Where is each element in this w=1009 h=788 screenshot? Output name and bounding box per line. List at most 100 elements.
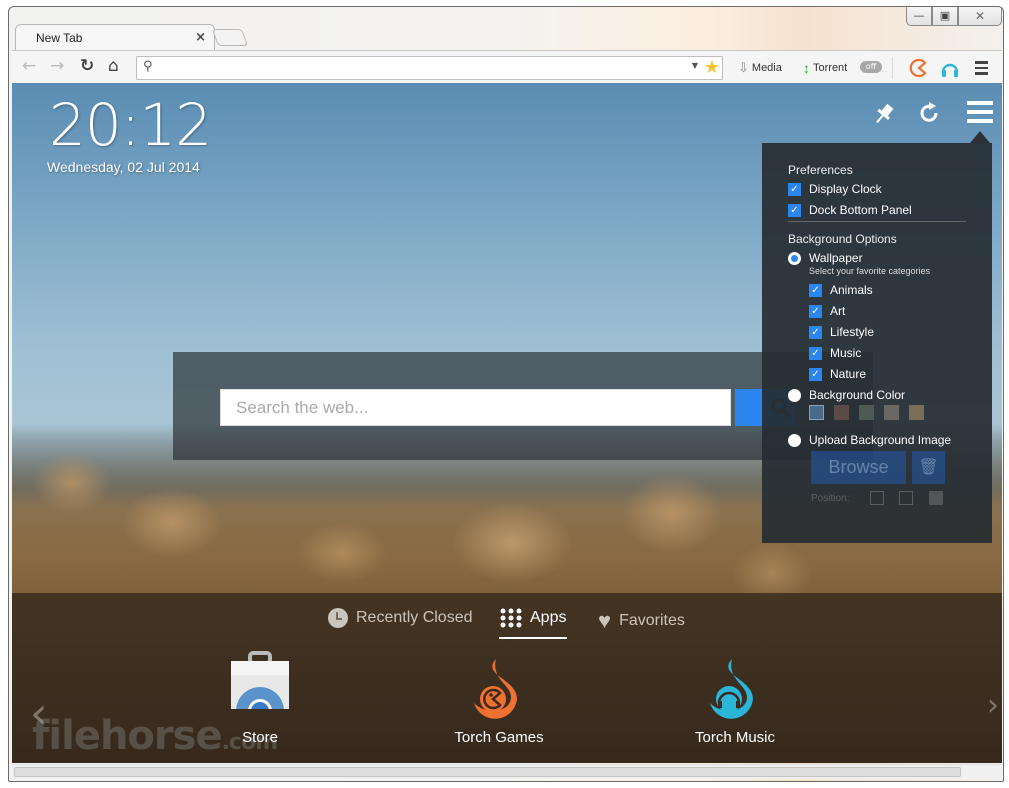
radio-label: Wallpaper — [809, 251, 863, 265]
checkbox-label: Animals — [830, 283, 873, 297]
window-controls: — ▣ ✕ — [906, 7, 1002, 26]
torch-music-icon — [710, 659, 753, 719]
forward-icon[interactable]: → — [50, 58, 64, 75]
app-label: Torch Games — [454, 729, 544, 746]
torrent-toggle[interactable]: off — [860, 61, 882, 73]
minimize-button[interactable]: — — [906, 7, 932, 26]
categories-hint: Select your favorite categories — [809, 266, 931, 276]
radio-unselected-icon — [788, 433, 801, 447]
media-label: Media — [751, 62, 782, 74]
tab-title: New Tab — [36, 31, 83, 45]
browse-button[interactable]: Browse — [811, 451, 906, 484]
radio-selected-icon — [788, 251, 801, 265]
horizontal-scrollbar[interactable] — [12, 764, 1002, 779]
home-icon[interactable]: ⌂ — [108, 58, 119, 75]
upload-background-radio[interactable]: Upload Background Image — [788, 433, 951, 447]
category-music-checkbox[interactable]: ✓ Music — [809, 346, 861, 360]
address-bar[interactable]: ⚲ ▼ ★ — [136, 56, 723, 80]
clock-time: 20:12 — [49, 91, 212, 159]
position-fill-icon[interactable] — [899, 491, 913, 505]
maximize-button[interactable]: ▣ — [932, 7, 958, 26]
chrome-store-icon — [231, 651, 289, 709]
preferences-heading: Preferences — [788, 163, 853, 177]
trash-icon: 🗑 — [918, 459, 939, 476]
bookmark-star-icon[interactable]: ★ — [704, 57, 720, 78]
tab-recently-closed[interactable]: Recently Closed — [328, 608, 473, 628]
checkbox-label: Lifestyle — [830, 325, 875, 339]
refresh-wallpaper-icon[interactable] — [917, 101, 941, 125]
back-icon[interactable]: ← — [22, 58, 36, 75]
checkbox-checked-icon: ✓ — [809, 304, 822, 318]
app-label: Torch Music — [694, 729, 776, 746]
browser-window: — ▣ ✕ New Tab × ← → ↻ ⌂ ⚲ ▼ ★ ⇩ Media ↕ … — [8, 6, 1004, 782]
web-search-input[interactable] — [220, 389, 731, 426]
grid-icon — [500, 608, 522, 628]
settings-menu-icon[interactable] — [967, 101, 993, 123]
reload-icon[interactable]: ↻ — [80, 58, 94, 75]
color-swatch[interactable] — [859, 405, 874, 420]
scrollbar-thumb[interactable] — [14, 767, 961, 777]
background-color-radio[interactable]: Background Color — [788, 388, 905, 402]
wallpaper-radio[interactable]: Wallpaper — [788, 251, 863, 265]
checkbox-checked-icon: ✓ — [809, 283, 822, 297]
settings-panel: Preferences ✓ Display Clock ✓ Dock Botto… — [762, 143, 992, 543]
tab-label: Recently Closed — [356, 609, 473, 626]
close-window-button[interactable]: ✕ — [958, 7, 1002, 26]
headphones-icon[interactable] — [940, 58, 960, 78]
new-tab-page: 20:12 Wednesday, 02 Jul 2014 Search the … — [12, 83, 1002, 763]
search-icon: ⚲ — [143, 59, 153, 74]
position-center-icon[interactable] — [870, 491, 884, 505]
color-swatch[interactable] — [884, 405, 899, 420]
background-options-heading: Background Options — [788, 232, 897, 246]
tab-new-tab[interactable]: New Tab × — [15, 24, 215, 51]
active-tab-indicator — [499, 637, 567, 639]
torrent-button[interactable]: ↕ Torrent — [803, 60, 847, 76]
checkbox-checked-icon: ✓ — [809, 346, 822, 360]
radio-label: Upload Background Image — [809, 433, 952, 447]
tab-label: Favorites — [619, 612, 685, 629]
radio-unselected-icon — [788, 388, 801, 402]
checkbox-label: Art — [830, 304, 846, 318]
display-clock-checkbox[interactable]: ✓ Display Clock — [788, 182, 882, 196]
dock-bottom-panel-checkbox[interactable]: ✓ Dock Bottom Panel — [788, 203, 912, 217]
category-art-checkbox[interactable]: ✓ Art — [809, 304, 845, 318]
clock-date: Wednesday, 02 Jul 2014 — [47, 159, 200, 175]
dropdown-arrow-icon[interactable]: ▼ — [692, 61, 698, 70]
pin-icon[interactable] — [872, 101, 896, 127]
download-icon: ⇩ — [738, 60, 749, 75]
torrent-label: Torrent — [813, 62, 848, 74]
torch-games-toolbar-icon[interactable] — [909, 58, 929, 78]
position-tile-icon[interactable] — [929, 491, 943, 505]
checkbox-label: Music — [830, 346, 862, 360]
tab-label: Apps — [530, 609, 567, 626]
menu-caret — [970, 131, 990, 143]
color-swatch[interactable] — [909, 405, 924, 420]
checkbox-checked-icon: ✓ — [809, 367, 822, 381]
heart-icon: ♥ — [598, 608, 612, 633]
tab-close-icon[interactable]: × — [195, 30, 206, 45]
checkbox-label: Dock Bottom Panel — [809, 203, 912, 217]
torch-games-icon — [474, 659, 517, 719]
checkbox-checked-icon: ✓ — [788, 203, 801, 217]
checkbox-checked-icon: ✓ — [809, 325, 822, 339]
category-lifestyle-checkbox[interactable]: ✓ Lifestyle — [809, 325, 874, 339]
tab-favorites[interactable]: ♥ Favorites — [598, 608, 685, 634]
category-animals-checkbox[interactable]: ✓ Animals — [809, 283, 873, 297]
bottom-panel: Recently Closed Apps ♥ Favorites ‹ › fil… — [12, 593, 1002, 763]
media-button[interactable]: ⇩ Media — [738, 60, 782, 76]
app-label: Store — [242, 729, 278, 746]
chrome-menu-icon[interactable] — [975, 61, 988, 75]
next-arrow-icon[interactable]: › — [987, 688, 999, 723]
toolbar: ← → ↻ ⌂ ⚲ ▼ ★ ⇩ Media ↕ Torrent off — [12, 50, 1002, 83]
new-tab-button[interactable] — [211, 29, 249, 46]
category-nature-checkbox[interactable]: ✓ Nature — [809, 367, 866, 381]
radio-label: Background Color — [809, 388, 906, 402]
tab-apps[interactable]: Apps — [500, 608, 566, 628]
checkbox-label: Nature — [830, 367, 867, 381]
color-swatch[interactable] — [834, 405, 849, 420]
delete-image-button[interactable]: 🗑 — [912, 451, 945, 484]
address-input[interactable] — [161, 59, 681, 77]
color-swatch[interactable] — [809, 405, 824, 420]
divider — [788, 221, 966, 222]
checkbox-checked-icon: ✓ — [788, 182, 801, 196]
